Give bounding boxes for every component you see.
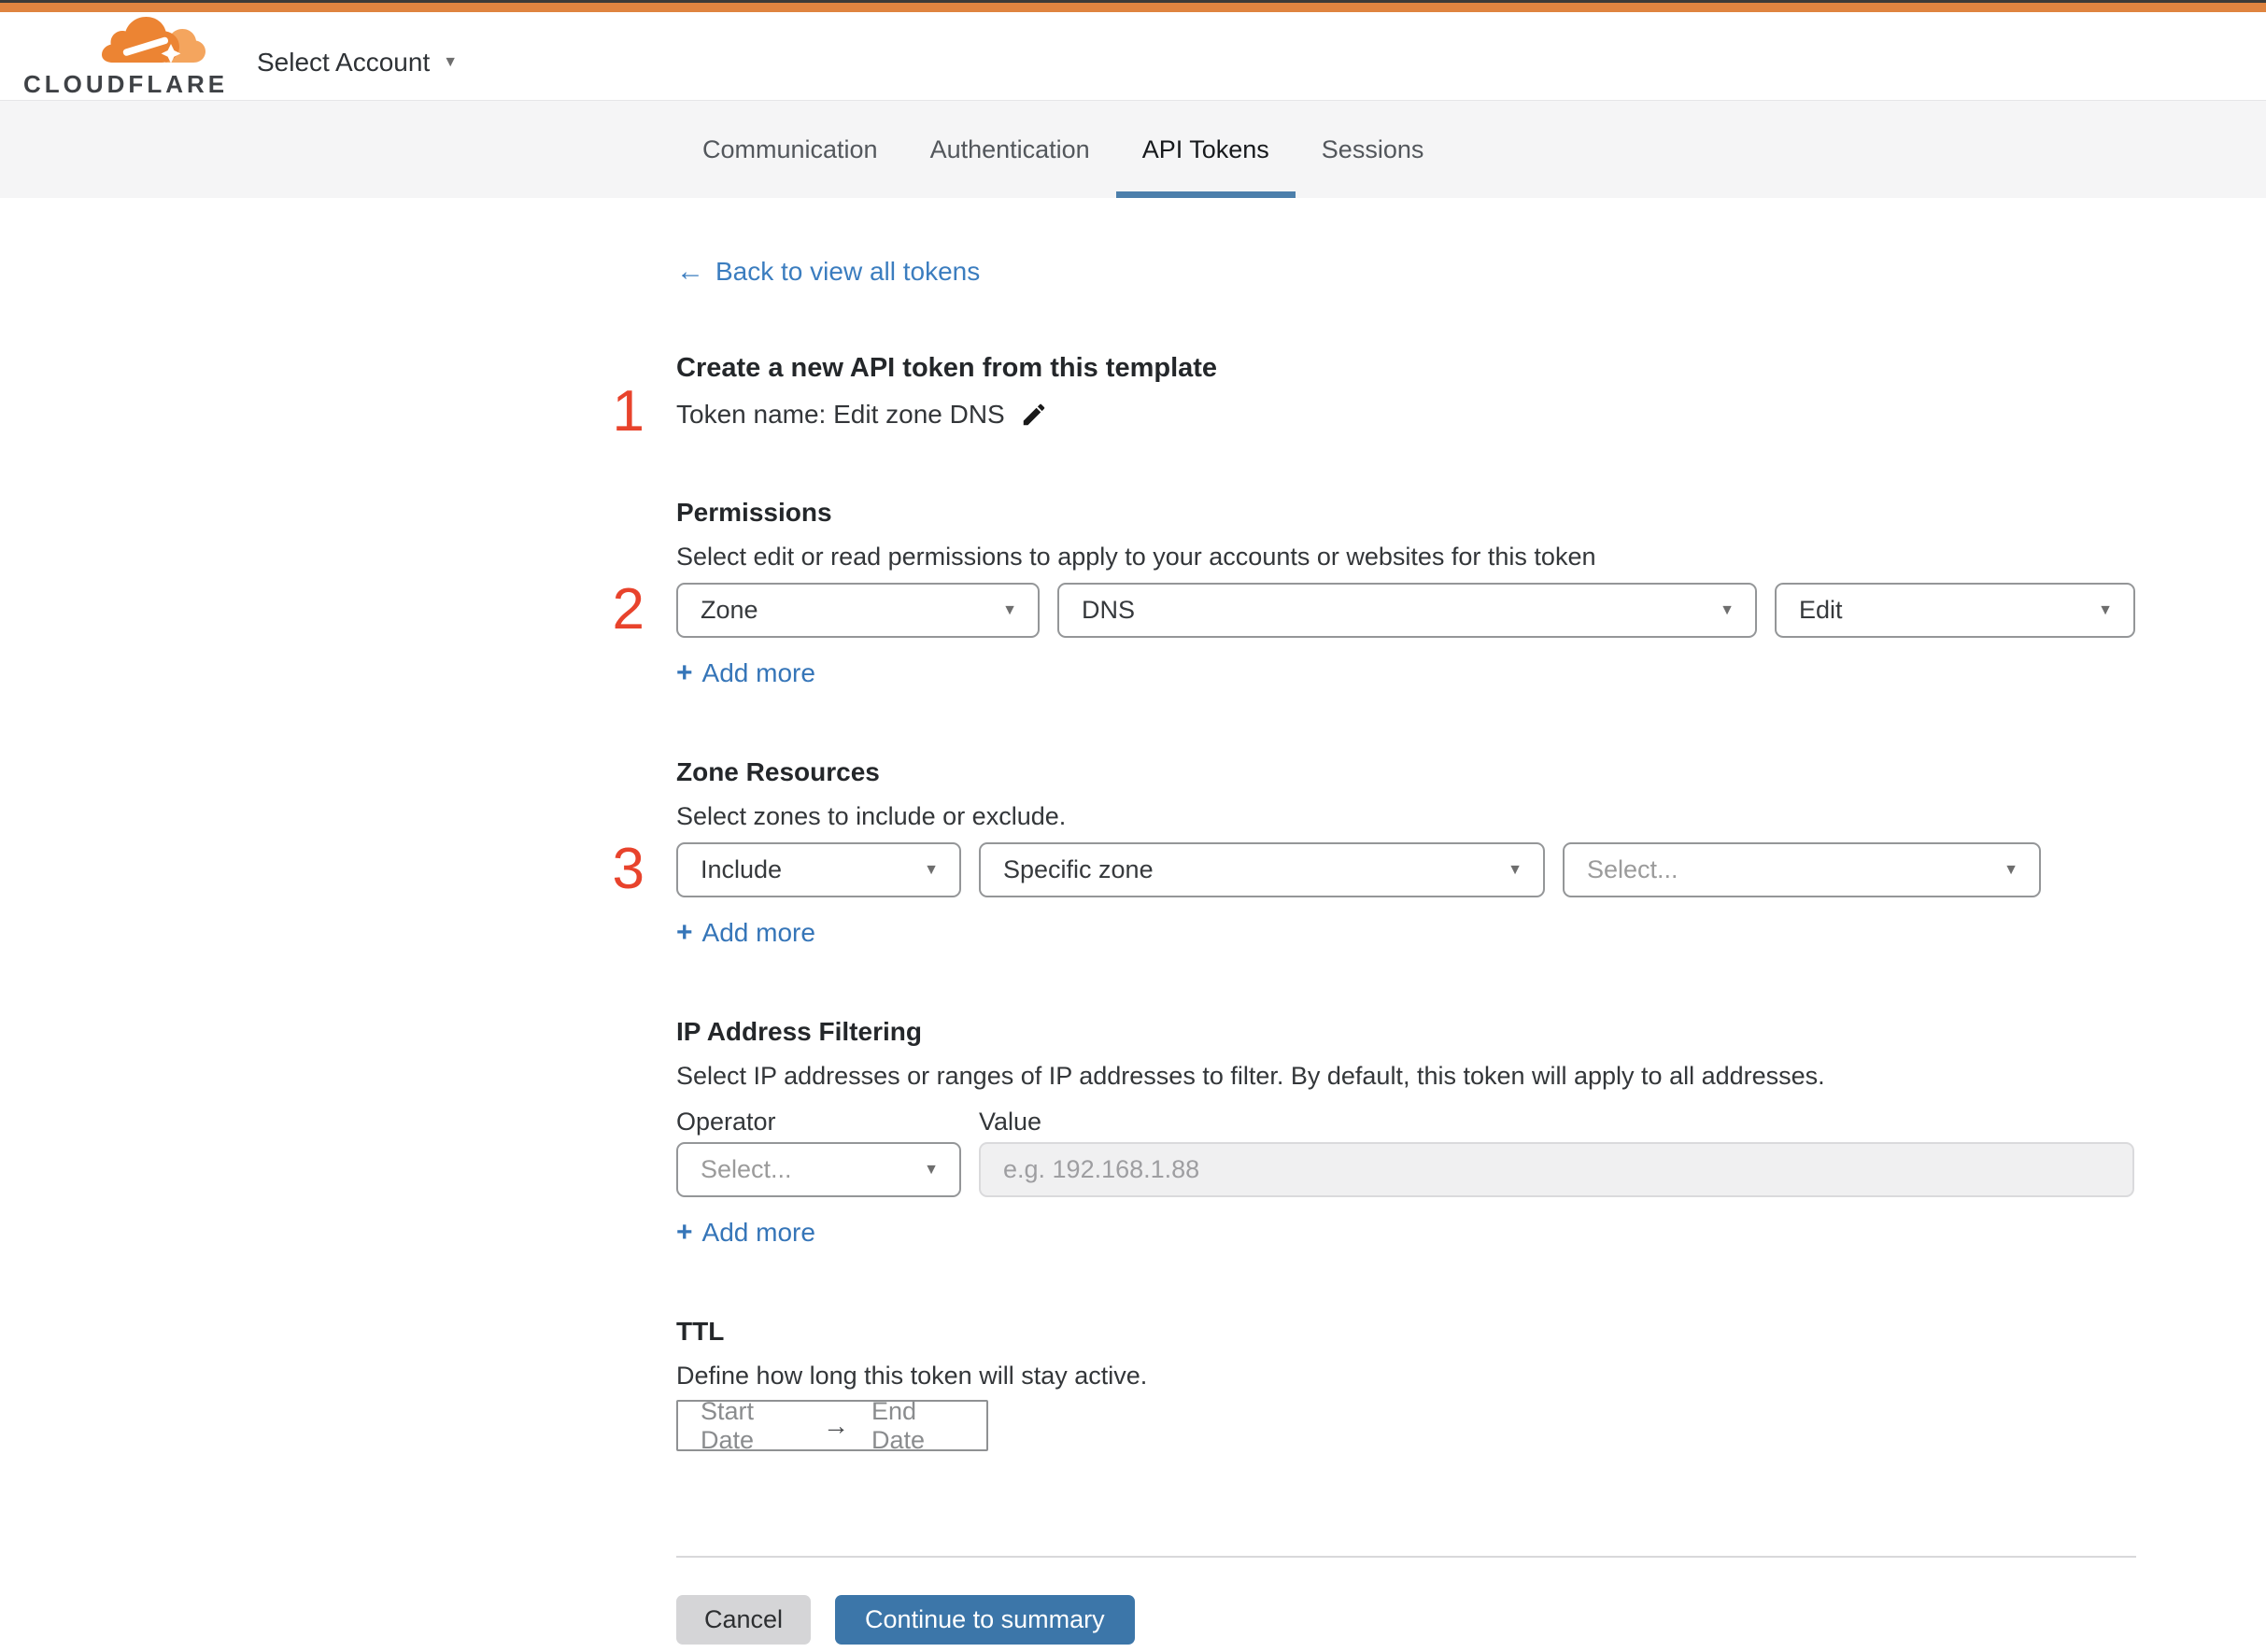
ttl-description: Define how long this token will stay act…	[676, 1362, 1148, 1390]
ip-filtering-add-more-link[interactable]: + Add more	[676, 1218, 815, 1248]
zone-resources-title: Zone Resources	[676, 757, 880, 786]
continue-to-summary-button[interactable]: Continue to summary	[835, 1595, 1135, 1645]
footer-divider	[676, 1556, 2136, 1558]
account-selector[interactable]: Select Account ▼	[257, 48, 458, 78]
permission-resource-select[interactable]: DNS ▼	[1057, 583, 1757, 638]
step-number-1: 1	[612, 379, 644, 444]
tab-sessions[interactable]: Sessions	[1296, 101, 1451, 198]
arrow-right-icon: →	[822, 1410, 849, 1440]
back-arrow-icon: ←	[676, 256, 704, 287]
chevron-down-icon: ▼	[2004, 861, 2018, 878]
chevron-down-icon: ▼	[1508, 861, 1522, 878]
cloudflare-wordmark: CLOUDFLARE	[23, 70, 229, 98]
start-date-placeholder: Start Date	[701, 1396, 755, 1454]
chevron-down-icon: ▼	[924, 1161, 939, 1178]
ip-operator-select[interactable]: Select... ▼	[676, 1142, 961, 1197]
back-link-label: Back to view all tokens	[715, 257, 981, 286]
step-number-2: 2	[612, 577, 644, 642]
ttl-date-range-picker[interactable]: Start Date → End Date	[676, 1397, 988, 1454]
permissions-row: 2 Zone ▼ DNS ▼ Edit ▼	[613, 581, 2136, 639]
chevron-down-icon: ▼	[443, 54, 459, 70]
ip-filtering-description: Select IP addresses or ranges of IP addr…	[676, 1062, 1825, 1090]
header: CLOUDFLARE Select Account ▼	[0, 12, 2266, 100]
permission-scope-select[interactable]: Zone ▼	[676, 583, 1040, 638]
zone-type-select[interactable]: Specific zone ▼	[979, 842, 1545, 897]
token-name-row: 1 Token name: Edit zone DNS	[613, 383, 2136, 441]
ip-value-input[interactable]	[979, 1142, 2134, 1197]
tab-authentication[interactable]: Authentication	[904, 101, 1116, 198]
account-selector-label: Select Account	[257, 48, 431, 77]
permissions-description: Select edit or read permissions to apply…	[676, 543, 1596, 571]
plus-icon: +	[676, 657, 693, 688]
operator-label: Operator	[676, 1108, 776, 1136]
plus-icon: +	[676, 917, 693, 948]
value-label: Value	[979, 1108, 1042, 1136]
brand-accent-bar	[0, 3, 2266, 12]
zone-resources-add-more-link[interactable]: + Add more	[676, 918, 815, 948]
token-name-text: Token name: Edit zone DNS	[676, 400, 1005, 429]
zone-include-select[interactable]: Include ▼	[676, 842, 961, 897]
plus-icon: +	[676, 1217, 693, 1248]
permissions-add-more-link[interactable]: + Add more	[676, 658, 815, 688]
ttl-title: TTL	[676, 1317, 725, 1346]
chevron-down-icon: ▼	[1720, 601, 1735, 618]
zone-resources-description: Select zones to include or exclude.	[676, 802, 1067, 830]
chevron-down-icon: ▼	[2098, 601, 2113, 618]
permissions-title: Permissions	[676, 498, 832, 527]
page-title: Create a new API token from this templat…	[676, 353, 1218, 383]
permission-level-select[interactable]: Edit ▼	[1775, 583, 2135, 638]
cancel-button[interactable]: Cancel	[676, 1595, 812, 1645]
zone-picker-select[interactable]: Select... ▼	[1563, 842, 2041, 897]
chevron-down-icon: ▼	[924, 861, 939, 878]
chevron-down-icon: ▼	[1002, 601, 1017, 618]
back-to-tokens-link[interactable]: ← Back to view all tokens	[676, 257, 980, 287]
tab-bar: Communication Authentication API Tokens …	[0, 100, 2266, 198]
step-number-3: 3	[612, 837, 644, 901]
ip-filtering-row: Select... ▼	[676, 1142, 2136, 1197]
tab-api-tokens[interactable]: API Tokens	[1115, 101, 1296, 198]
zone-resources-row: 3 Include ▼ Specific zone ▼ Select... ▼	[613, 840, 2136, 898]
cloudflare-logo: CLOUDFLARE	[23, 16, 229, 99]
footer-actions: Cancel Continue to summary	[676, 1595, 2136, 1652]
tab-communication[interactable]: Communication	[676, 101, 904, 198]
ip-filtering-labels: Operator Value	[676, 1106, 2136, 1137]
cloudflare-cloud-icon	[102, 17, 205, 64]
ip-filtering-title: IP Address Filtering	[676, 1017, 922, 1046]
end-date-placeholder: End Date	[871, 1396, 925, 1454]
main-content: ← Back to view all tokens Create a new A…	[613, 198, 2136, 1652]
edit-pencil-icon[interactable]	[1020, 401, 1048, 429]
